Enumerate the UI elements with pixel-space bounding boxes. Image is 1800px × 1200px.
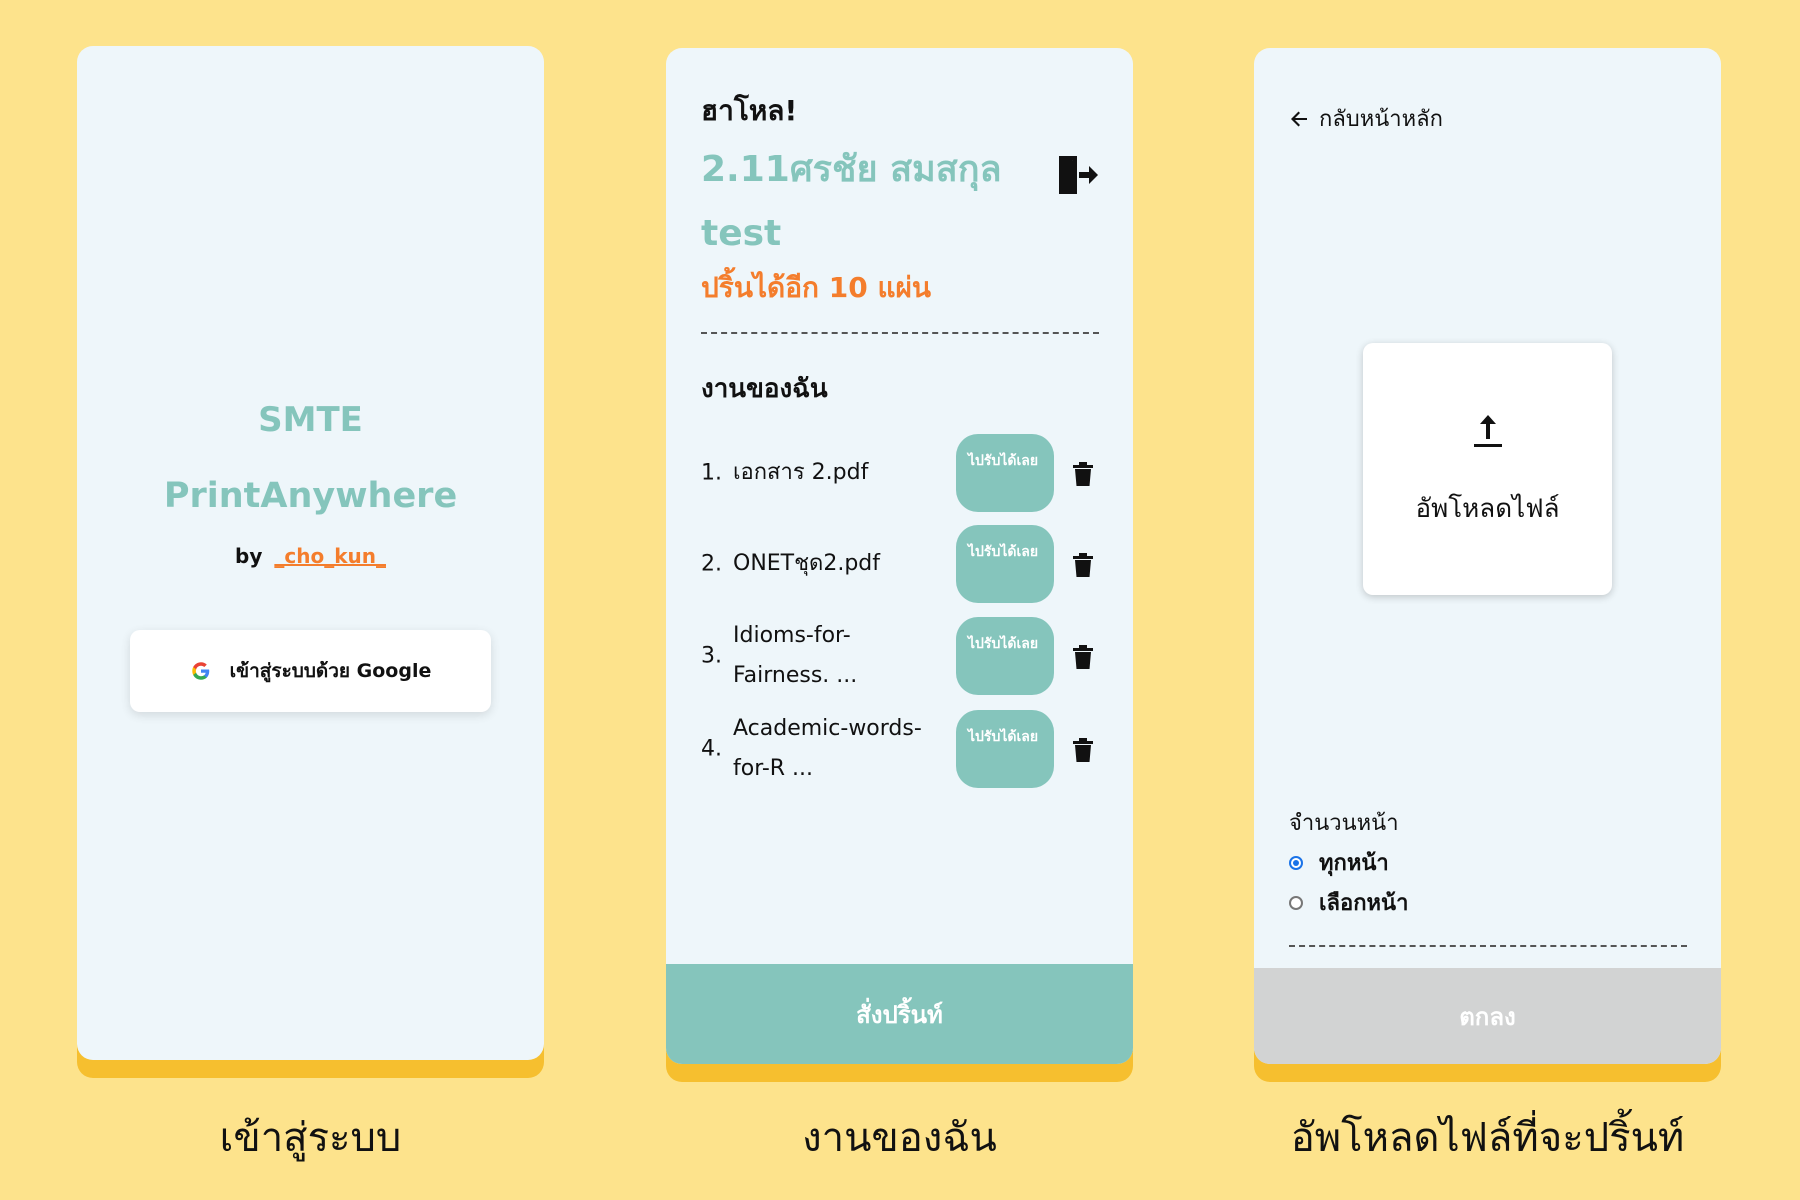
job-item: 2. ONETชุด2.pdf ไปรับได้เลย	[701, 525, 1101, 603]
arrow-left-icon	[1291, 111, 1307, 126]
trash-icon[interactable]	[1071, 643, 1095, 671]
brand-title: SMTE	[258, 400, 363, 440]
upload-label: อัพโหลดไฟล์	[1415, 494, 1560, 524]
trash-icon[interactable]	[1071, 736, 1095, 764]
job-filename: Idioms-for-Fairness. ...	[733, 623, 858, 688]
pickup-button[interactable]: ไปรับได้เลย	[956, 434, 1054, 512]
caption-myjobs: งานของฉัน	[802, 1115, 997, 1161]
ok-button[interactable]: ตกลง	[1254, 968, 1721, 1064]
job-filename: เอกสาร 2.pdf	[733, 460, 869, 485]
google-login-label: เข้าสู่ระบบด้วย Google	[229, 660, 432, 682]
trash-icon[interactable]	[1071, 460, 1095, 488]
section-title: งานของฉัน	[701, 374, 828, 404]
my-jobs-screen: ฮาโหล! 2.11ศรชัย สมสกุล test ปริ้นได้อีก…	[666, 48, 1133, 1064]
job-filename: ONETชุด2.pdf	[733, 551, 880, 576]
back-label: กลับหน้าหลัก	[1319, 107, 1443, 132]
google-login-button[interactable]: เข้าสู่ระบบด้วย Google	[130, 630, 491, 712]
byline: by _cho_kun_	[77, 544, 544, 568]
login-screen: SMTE PrintAnywhere by _cho_kun_ เข้าสู่ระ…	[77, 46, 544, 1060]
remaining-pages: ปริ้นได้อีก 10 แผ่น	[701, 271, 932, 304]
back-link[interactable]: กลับหน้าหลัก	[1289, 101, 1443, 136]
radio-selected-icon	[1289, 855, 1303, 870]
pickup-button[interactable]: ไปรับได้เลย	[956, 617, 1054, 695]
job-number: 3.	[701, 643, 722, 669]
author-link[interactable]: _cho_kun_	[274, 544, 386, 568]
upload-arrow-icon	[1474, 415, 1502, 447]
radio-all-pages[interactable]: ทุกหน้า	[1289, 845, 1389, 880]
radio-label: เลือกหน้า	[1319, 891, 1409, 916]
greeting: ฮาโหล!	[701, 94, 798, 127]
radio-label: ทุกหน้า	[1319, 851, 1389, 876]
divider	[701, 332, 1099, 334]
user-name: 2.11ศรชัย สมสกุล test	[701, 149, 1002, 254]
trash-icon[interactable]	[1071, 551, 1095, 579]
logout-door-icon[interactable]	[1055, 153, 1099, 197]
radio-unselected-icon	[1289, 895, 1303, 910]
pickup-button[interactable]: ไปรับได้เลย	[956, 710, 1054, 788]
job-number: 1.	[701, 460, 722, 486]
job-number: 4.	[701, 736, 722, 762]
job-item: 3. Idioms-for-Fairness. ... ไปรับได้เลย	[701, 617, 1101, 695]
job-item: 1. เอกสาร 2.pdf ไปรับได้เลย	[701, 434, 1101, 512]
job-item: 4. Academic-words-for-R ... ไปรับได้เลย	[701, 710, 1101, 788]
print-button[interactable]: สั่งปริ้นท์	[666, 964, 1133, 1064]
job-filename: Academic-words-for-R ...	[733, 716, 922, 781]
by-label: by	[235, 544, 263, 568]
upload-screen: กลับหน้าหลัก อัพโหลดไฟล์ จำนวนหน้า ทุกหน…	[1254, 48, 1721, 1064]
pickup-button[interactable]: ไปรับได้เลย	[956, 525, 1054, 603]
pages-label: จำนวนหน้า	[1289, 811, 1399, 836]
divider	[1289, 945, 1687, 947]
upload-file-button[interactable]: อัพโหลดไฟล์	[1363, 343, 1612, 595]
brand-subtitle: PrintAnywhere	[163, 476, 458, 516]
job-number: 2.	[701, 551, 722, 577]
caption-upload: อัพโหลดไฟล์ที่จะปริ้นท์	[1290, 1115, 1685, 1161]
radio-select-pages[interactable]: เลือกหน้า	[1289, 885, 1408, 920]
google-g-icon	[191, 662, 209, 680]
caption-login: เข้าสู่ระบบ	[219, 1115, 402, 1161]
